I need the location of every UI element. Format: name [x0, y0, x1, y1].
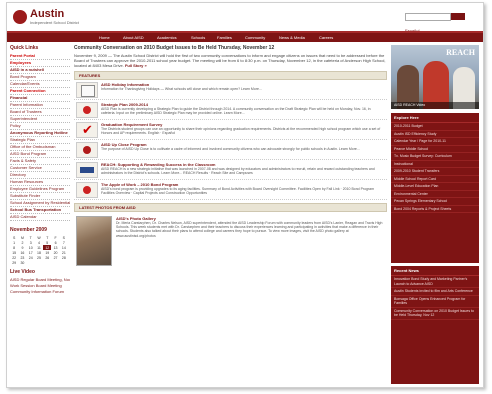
feature-desc: AISD's bond program is providing upgrade…: [101, 187, 375, 195]
apple-icon: [76, 142, 98, 158]
headline-lead-text: November 9, 2009 — The Austin School Dis…: [74, 53, 386, 68]
feature-desc: The purpose of AISD Up Close is to culti…: [101, 147, 360, 151]
feature-item: AISD Up Close Program The purpose of AIS…: [74, 140, 387, 160]
explore-title: Explore Here: [391, 113, 479, 123]
explore-links: 2010-2011 Budget Austin ISD Efficiency St…: [391, 123, 479, 213]
photo-desc: Dr. Meria Carstarphen, Dr. Charles Nelso…: [116, 221, 383, 238]
divider: [10, 220, 70, 221]
nav-item-academics[interactable]: Academics: [157, 35, 177, 40]
nav-item-news-media[interactable]: News & Media: [279, 35, 305, 40]
explore-link[interactable]: Bond 2004 Reports & Project Sheets: [391, 206, 479, 213]
live-video: Live Video AISD Regular Board Meeting, N…: [10, 269, 70, 295]
browser-page: Austin Independent School District Españ…: [6, 2, 484, 388]
nav-item-community[interactable]: Community: [245, 35, 265, 40]
calendar-day: [43, 260, 51, 265]
calendar-day: [27, 260, 35, 265]
feature-desc: AISD REACH is a new strategic initiative…: [101, 167, 375, 175]
quick-link[interactable]: School Assignment by Residential Address: [10, 200, 70, 206]
explore-link[interactable]: Environmental Center: [391, 191, 479, 198]
quick-links-list: Parent Portal Employees AISD in a nutshell…: [10, 53, 70, 221]
quick-links-title: Quick Links: [10, 45, 39, 51]
right-sidebar: REACH AISD REACH Video Explore Here 2010…: [391, 45, 479, 385]
calendar-icon: [76, 82, 98, 98]
news-title: Recent News: [391, 266, 479, 276]
photos-label: LATEST PHOTOS FROM AISD: [79, 205, 136, 210]
quick-link[interactable]: Anonymous Reporting Hotline: [10, 130, 70, 136]
reach-banner[interactable]: REACH AISD REACH Video: [391, 45, 479, 109]
photos-header: LATEST PHOTOS FROM AISD: [74, 203, 387, 212]
feature-item: Strategic Plan 2009-2014 AISD Plan is cu…: [74, 100, 387, 120]
feature-desc: AISD Plan is currently developing a Stra…: [101, 107, 371, 115]
explore-panel: Explore Here 2010-2011 Budget Austin ISD …: [391, 113, 479, 263]
live-video-item[interactable]: Community Information Forum: [10, 289, 70, 295]
feature-item: Graduation Requirement Survey The Distri…: [74, 120, 387, 140]
features-list: AISD Holiday Information Information for…: [74, 80, 387, 200]
news-links: Innovation Bond Study and Marketing Part…: [391, 276, 479, 320]
calendar-day: [60, 260, 68, 265]
quick-link[interactable]: School Bus Transportation: [10, 207, 70, 213]
feature-desc: Information for Thanksgiving Holidays — …: [101, 87, 262, 91]
reach-logo-icon: [76, 162, 98, 178]
calendar-day: [35, 260, 43, 265]
feature-item: REACH: Supporting & Rewarding Success in…: [74, 160, 387, 180]
apple-logo-icon: [13, 10, 27, 24]
explore-link[interactable]: Instructional: [391, 161, 479, 168]
explore-link[interactable]: 2010-2011 Budget: [391, 123, 479, 131]
event-calendar: November 2009 S M T W T F S 1 2 3 4 5 6 7 8 9 10 11 12 13 14…: [10, 227, 70, 265]
explore-link[interactable]: Pearce Middle School: [391, 146, 479, 153]
news-link[interactable]: Austin Students invited to film and Arts…: [391, 288, 479, 296]
feature-item: AISD Holiday Information Information for…: [74, 80, 387, 100]
features-label: FEATURES: [79, 73, 101, 78]
site-header: Austin Independent School District Españ…: [7, 3, 483, 43]
calendar-day: [51, 260, 59, 265]
nav-item-careers[interactable]: Careers: [319, 35, 333, 40]
main-content: Community Conversation on 2010 Budget Is…: [74, 45, 387, 385]
explore-link[interactable]: Pecan Springs Elementary School: [391, 198, 479, 206]
search-button[interactable]: [451, 13, 465, 21]
logo-name: Austin: [30, 8, 65, 20]
full-story-link[interactable]: Full Story »: [125, 63, 147, 68]
search-input[interactable]: [405, 12, 451, 21]
banner-brand: REACH: [446, 48, 475, 57]
apple-icon: [76, 102, 98, 118]
news-panel: Recent News Innovation Bond Study and Ma…: [391, 266, 479, 384]
news-link[interactable]: Community Conversation on 2010 Budget Is…: [391, 308, 479, 320]
explore-link[interactable]: Austin ISD Efficiency Study: [391, 131, 479, 138]
left-sidebar: Quick Links Parent Portal Employees AISD i…: [10, 45, 70, 385]
logo-subtitle: Independent School District: [30, 20, 79, 25]
explore-link[interactable]: Middle-Level Education Plan: [391, 183, 479, 191]
photo-gallery: AISD's Photo Gallery Dr. Meria Carstarph…: [74, 212, 387, 272]
headline-lead: November 9, 2009 — The Austin School Dis…: [74, 53, 387, 68]
district-logo[interactable]: Austin Independent School District: [13, 8, 93, 28]
quick-link[interactable]: Employee Guidelines Program: [10, 186, 70, 192]
feature-desc: The Districts student groups can use an …: [101, 127, 381, 135]
news-link[interactable]: Innovation Bond Study and Marketing Part…: [391, 276, 479, 288]
live-video-title: Live Video: [10, 269, 35, 275]
features-header: FEATURES: [74, 71, 387, 80]
explore-link[interactable]: Tx. Music Budget Survey: Curriculum: [391, 153, 479, 161]
explore-link[interactable]: Calendar Year / Page for 2010-11: [391, 138, 479, 146]
nav-item-schools[interactable]: Schools: [191, 35, 205, 40]
calendar-day[interactable]: 29: [10, 260, 18, 265]
feature-item: The Apple of Work – 2010 Bond Program AI…: [74, 180, 387, 200]
calendar-day[interactable]: 30: [18, 260, 26, 265]
headline-title[interactable]: Community Conversation on 2010 Budget Is…: [74, 45, 387, 51]
main-nav: Home About AISD Academics Schools Famili…: [7, 31, 483, 42]
explore-link[interactable]: Middle School Report Card: [391, 176, 479, 183]
nav-item-families[interactable]: Families: [217, 35, 232, 40]
nav-item-about[interactable]: About AISD: [123, 35, 144, 40]
calendar-grid: S M T W T F S 1 2 3 4 5 6 7 8 9 10 11 12 13 14 15 16 17 18 19 20 21…: [10, 235, 68, 265]
apple-icon: [76, 182, 98, 198]
nav-item-home[interactable]: Home: [99, 35, 110, 40]
news-link[interactable]: Bonsaga Office Opens Enhanced Program fo…: [391, 296, 479, 308]
checkmark-icon: [76, 122, 98, 138]
explore-link[interactable]: 2009-2010 Student Transfers: [391, 168, 479, 176]
banner-caption[interactable]: AISD REACH Video: [391, 102, 479, 109]
gallery-photo[interactable]: [76, 216, 112, 266]
calendar-title: November 2009: [10, 227, 47, 233]
